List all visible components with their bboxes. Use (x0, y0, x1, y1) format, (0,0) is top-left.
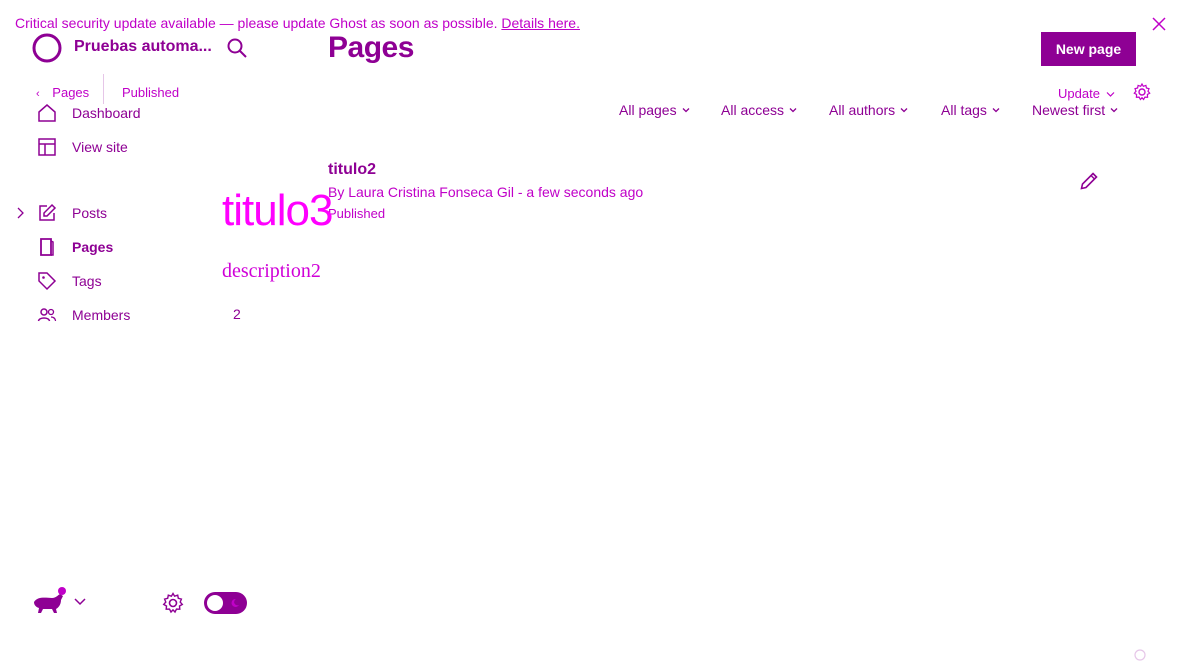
close-icon[interactable] (1150, 15, 1168, 33)
settings-gear-icon[interactable] (1132, 82, 1152, 102)
toggle-knob (207, 595, 223, 611)
banner-message: Critical security update available — ple… (15, 15, 498, 31)
filter-all-pages[interactable]: All pages (619, 102, 690, 118)
editor-status: Published (122, 85, 180, 100)
sidebar-item-pages[interactable]: Pages (36, 235, 113, 259)
chevron-down-icon (1106, 92, 1114, 97)
tag-icon (36, 270, 58, 292)
sidebar-item-label: Posts (72, 205, 108, 221)
filter-label: Newest first (1032, 102, 1106, 118)
editor-count: 2 (233, 306, 241, 322)
sidebar-item-label: Members (72, 307, 131, 323)
chevron-left-icon: ‹ (36, 88, 40, 100)
site-logo-icon[interactable] (32, 33, 62, 63)
page-title: Pages (328, 31, 414, 64)
chevron-down-icon (682, 108, 690, 113)
sort-order[interactable]: Newest first (1032, 102, 1118, 118)
chevron-down-icon (900, 108, 908, 113)
layout-icon (36, 136, 58, 158)
settings-gear-icon[interactable] (161, 591, 185, 615)
divider (103, 74, 104, 104)
sidebar-item-label: Tags (72, 273, 102, 289)
sidebar-item-posts[interactable]: Posts (36, 201, 107, 225)
filter-label: All tags (941, 102, 987, 118)
filter-all-tags[interactable]: All tags (941, 102, 1000, 118)
editor-post-title[interactable]: titulo3 (222, 186, 333, 236)
page-list-item-title[interactable]: titulo2 (328, 161, 376, 179)
members-icon (36, 304, 58, 326)
filter-label: All pages (619, 102, 677, 118)
moon-icon (231, 598, 239, 607)
chevron-down-icon[interactable] (73, 597, 87, 607)
banner-details-link[interactable]: Details here. (501, 15, 580, 31)
page-list-item-meta: By Laura Cristina Fonseca Gil - a few se… (328, 184, 644, 200)
home-icon (36, 102, 58, 124)
sidebar-item-dashboard[interactable]: Dashboard (36, 101, 141, 125)
editor-post-description[interactable]: description2 (222, 260, 321, 283)
sidebar-item-members[interactable]: Members (36, 303, 130, 327)
sidebar-item-label: Pages (72, 239, 114, 255)
security-banner: Critical security update available — ple… (15, 15, 580, 31)
night-mode-toggle[interactable] (204, 592, 247, 614)
breadcrumb-back[interactable]: ‹ Pages (36, 85, 89, 100)
filter-label: All authors (829, 102, 896, 118)
filter-label: All access (721, 102, 785, 118)
chevron-down-icon (992, 108, 1000, 113)
filter-all-authors[interactable]: All authors (829, 102, 908, 118)
update-button[interactable]: Update (1058, 86, 1115, 101)
edit-icon (36, 202, 58, 224)
pencil-icon[interactable] (1079, 171, 1099, 191)
chevron-down-icon (789, 108, 797, 113)
sidebar-item-view-site[interactable]: View site (36, 135, 128, 159)
update-label: Update (1058, 86, 1100, 101)
chevron-down-icon (1110, 108, 1118, 113)
filter-all-access[interactable]: All access (721, 102, 797, 118)
page-list-item-status: Published (328, 206, 386, 221)
sidebar-item-tags[interactable]: Tags (36, 269, 102, 293)
new-page-button[interactable]: New page (1041, 32, 1136, 66)
user-avatar-icon[interactable] (32, 586, 68, 616)
breadcrumb-pages: Pages (52, 85, 90, 100)
settings-gear-icon (1134, 649, 1146, 661)
sidebar-item-label: Dashboard (72, 105, 141, 121)
page-icon (36, 236, 58, 258)
chevron-right-icon[interactable] (14, 206, 26, 220)
site-title[interactable]: Pruebas automa... (74, 38, 212, 56)
sidebar-item-label: View site (72, 139, 128, 155)
search-icon[interactable] (226, 37, 248, 59)
